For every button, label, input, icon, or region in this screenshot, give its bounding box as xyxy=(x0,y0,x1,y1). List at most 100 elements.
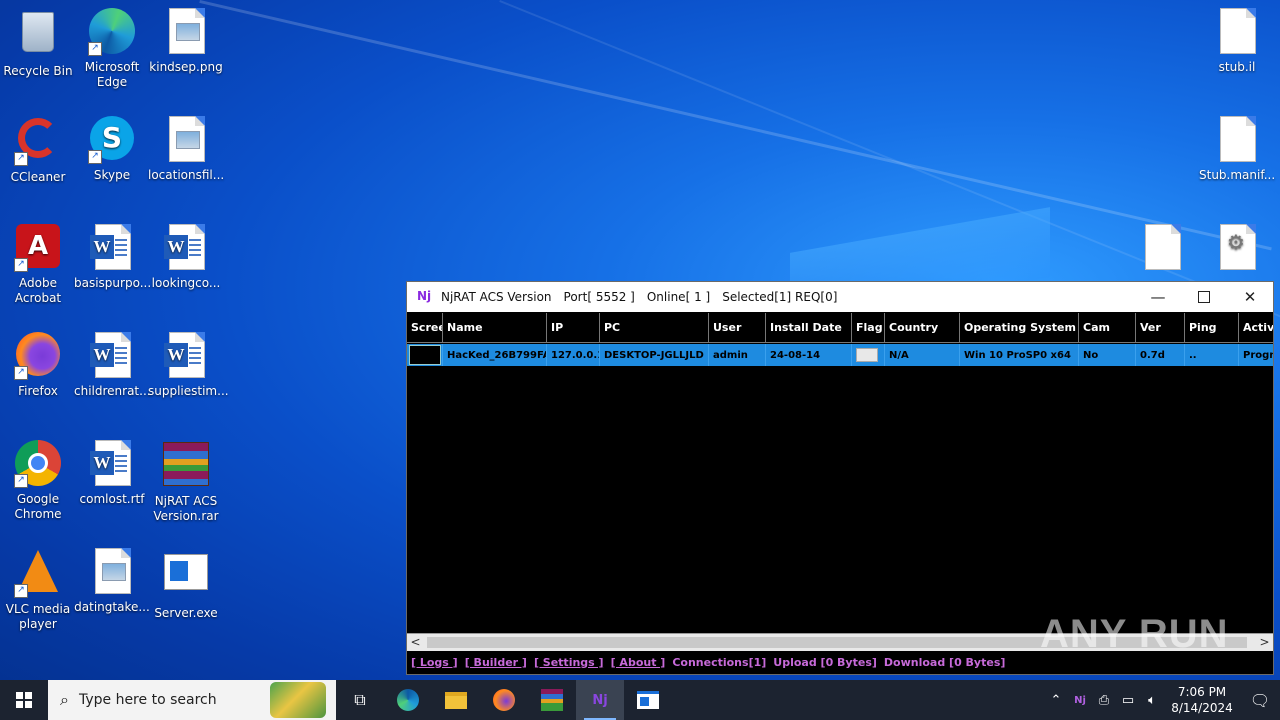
task-view-button[interactable]: ⧉ xyxy=(336,680,384,720)
desktop-icon-njrat-rar[interactable]: NjRAT ACS Version.rar xyxy=(148,440,224,524)
maximize-button[interactable] xyxy=(1181,282,1227,312)
file-icon xyxy=(1213,8,1261,56)
column-header-cam[interactable]: Cam xyxy=(1079,313,1136,343)
screen-thumbnail-cell xyxy=(407,344,443,366)
desktop-icon-datingtake[interactable]: datingtake... xyxy=(74,548,150,615)
cell-user: admin xyxy=(709,344,766,366)
desktop-icon-locationsfil[interactable]: locationsfil... xyxy=(148,116,224,183)
clients-grid[interactable]: Scree Name IP PC User Install Date Flag … xyxy=(407,313,1273,633)
desktop-icon-skype[interactable]: S ↗ Skype xyxy=(74,116,150,183)
table-row[interactable]: HacKed_26B799FA 127.0.0.1 DESKTOP-JGLLJL… xyxy=(407,344,1273,366)
column-header-pc[interactable]: PC xyxy=(600,313,709,343)
file-icon xyxy=(1213,116,1261,164)
cell-os: Win 10 ProSP0 x64 xyxy=(960,344,1079,366)
column-header-install-date[interactable]: Install Date xyxy=(766,313,852,343)
edge-icon: ↗ xyxy=(88,8,136,56)
desktop-icon-firefox[interactable]: ↗ Firefox xyxy=(0,332,76,399)
desktop-icon-google-chrome[interactable]: ↗ Google Chrome xyxy=(0,440,76,522)
cell-ip: 127.0.0.1 xyxy=(547,344,600,366)
builder-link[interactable]: [ Builder ] xyxy=(465,656,527,669)
cell-country: N/A xyxy=(885,344,960,366)
column-header-name[interactable]: Name xyxy=(443,313,547,343)
taskbar-firefox-button[interactable] xyxy=(480,680,528,720)
word-document-icon: W xyxy=(88,224,136,272)
taskbar-app-button[interactable] xyxy=(624,680,672,720)
winrar-archive-icon xyxy=(162,442,210,490)
edge-icon xyxy=(397,689,419,711)
image-file-icon xyxy=(162,116,210,164)
taskbar-file-explorer-button[interactable] xyxy=(432,680,480,720)
cell-install-date: 24-08-14 xyxy=(766,344,852,366)
taskbar-winrar-button[interactable] xyxy=(528,680,576,720)
taskbar-njrat-button[interactable]: Nj xyxy=(576,680,624,720)
column-header-screen[interactable]: Scree xyxy=(407,313,443,343)
wallpaper-light-beam xyxy=(199,0,1272,251)
column-header-flag[interactable]: Flag xyxy=(852,313,885,343)
settings-file-icon: ⚙ xyxy=(1213,224,1261,272)
taskbar-edge-button[interactable] xyxy=(384,680,432,720)
word-document-icon: W xyxy=(88,440,136,488)
column-header-ip[interactable]: IP xyxy=(547,313,600,343)
column-header-operating-system[interactable]: Operating System xyxy=(960,313,1079,343)
clock[interactable]: 7:06 PM 8/14/2024 xyxy=(1164,684,1240,716)
chevron-up-icon[interactable]: ⌃ xyxy=(1044,693,1068,708)
cell-ping: .. xyxy=(1185,344,1239,366)
desktop-icon-partial-file[interactable] xyxy=(1124,224,1200,276)
desktop-icon-microsoft-edge[interactable]: ↗ Microsoft Edge xyxy=(74,8,150,90)
firefox-icon: ↗ xyxy=(14,332,62,380)
taskbar-search-box[interactable]: ⌕ Type here to search xyxy=(48,680,336,720)
desktop-icon-stub-manifest[interactable]: Stub.manif... xyxy=(1199,116,1275,183)
cell-name: HacKed_26B799FA xyxy=(443,344,547,366)
column-header-user[interactable]: User xyxy=(709,313,766,343)
close-button[interactable]: ✕ xyxy=(1227,282,1273,312)
column-header-ver[interactable]: Ver xyxy=(1136,313,1185,343)
desktop-icon-suppliestim[interactable]: W suppliestim... xyxy=(148,332,229,399)
recycle-bin-icon xyxy=(14,12,62,60)
scroll-right-icon[interactable]: > xyxy=(1256,634,1273,651)
settings-link[interactable]: [ Settings ] xyxy=(534,656,604,669)
minimize-button[interactable]: — xyxy=(1135,282,1181,312)
desktop-icon-kindsep[interactable]: kindsep.png xyxy=(148,8,224,75)
desktop-icon-lookingco[interactable]: W lookingco... xyxy=(148,224,224,291)
desktop-icon-comlost[interactable]: W comlost.rtf xyxy=(74,440,150,507)
search-highlight-image xyxy=(270,682,326,718)
desktop-icon-ccleaner[interactable]: ↗ CCleaner xyxy=(0,116,76,185)
search-icon: ⌕ xyxy=(60,690,69,709)
column-header-country[interactable]: Country xyxy=(885,313,960,343)
desktop-icon-stub-il[interactable]: stub.il xyxy=(1199,8,1275,75)
image-file-icon xyxy=(88,548,136,596)
meet-now-icon[interactable]: ⎙ xyxy=(1092,693,1116,708)
maximize-icon xyxy=(1198,291,1210,303)
desktop-icon-recycle-bin[interactable]: Recycle Bin xyxy=(0,8,76,79)
desktop-icon-basispurpo[interactable]: W basispurpo... xyxy=(74,224,151,291)
desktop-icon-adobe-acrobat[interactable]: A ↗ Adobe Acrobat xyxy=(0,224,76,306)
taskbar: ⌕ Type here to search ⧉ Nj ⌃ Nj ⎙ ▭ 🔈︎ 7… xyxy=(0,680,1280,720)
start-button[interactable] xyxy=(0,680,48,720)
desktop-icon-partial-settings-file[interactable]: ⚙ xyxy=(1199,224,1275,276)
selected-status: Selected[1] REQ[0] xyxy=(722,290,838,304)
desktop-icon-server-exe[interactable]: Server.exe xyxy=(148,548,224,621)
download-status: Download [0 Bytes] xyxy=(883,655,1006,669)
njrat-tray-icon[interactable]: Nj xyxy=(1068,695,1092,706)
column-header-ping[interactable]: Ping xyxy=(1185,313,1239,343)
volume-icon[interactable]: 🔈︎ xyxy=(1140,693,1164,708)
word-document-icon: W xyxy=(88,332,136,380)
word-document-icon: W xyxy=(162,224,210,272)
scroll-left-icon[interactable]: < xyxy=(407,634,424,651)
desktop-icon-vlc[interactable]: ↗ VLC media player xyxy=(0,548,76,632)
online-status: Online[ 1 ] xyxy=(646,290,711,304)
word-document-icon: W xyxy=(162,332,210,380)
skype-icon: S ↗ xyxy=(88,116,136,164)
window-app-icon xyxy=(637,691,659,709)
adobe-acrobat-icon: A ↗ xyxy=(14,224,62,272)
column-header-active[interactable]: Active xyxy=(1239,313,1273,343)
notification-icon[interactable]: 🗨︎ xyxy=(1240,691,1280,710)
desktop-icon-childrenrat[interactable]: W childrenrat... xyxy=(74,332,151,399)
window-title: NjRAT ACS Version xyxy=(441,290,552,304)
chrome-icon: ↗ xyxy=(14,440,62,488)
about-link[interactable]: [ About ] xyxy=(611,656,666,669)
network-icon[interactable]: ▭ xyxy=(1116,693,1140,708)
logs-link[interactable]: [ Logs ] xyxy=(411,656,458,669)
anyrun-watermark: ANY RUN xyxy=(1040,612,1229,656)
window-titlebar[interactable]: Nj NjRAT ACS Version Port[ 5552 ] Online… xyxy=(407,282,1273,312)
